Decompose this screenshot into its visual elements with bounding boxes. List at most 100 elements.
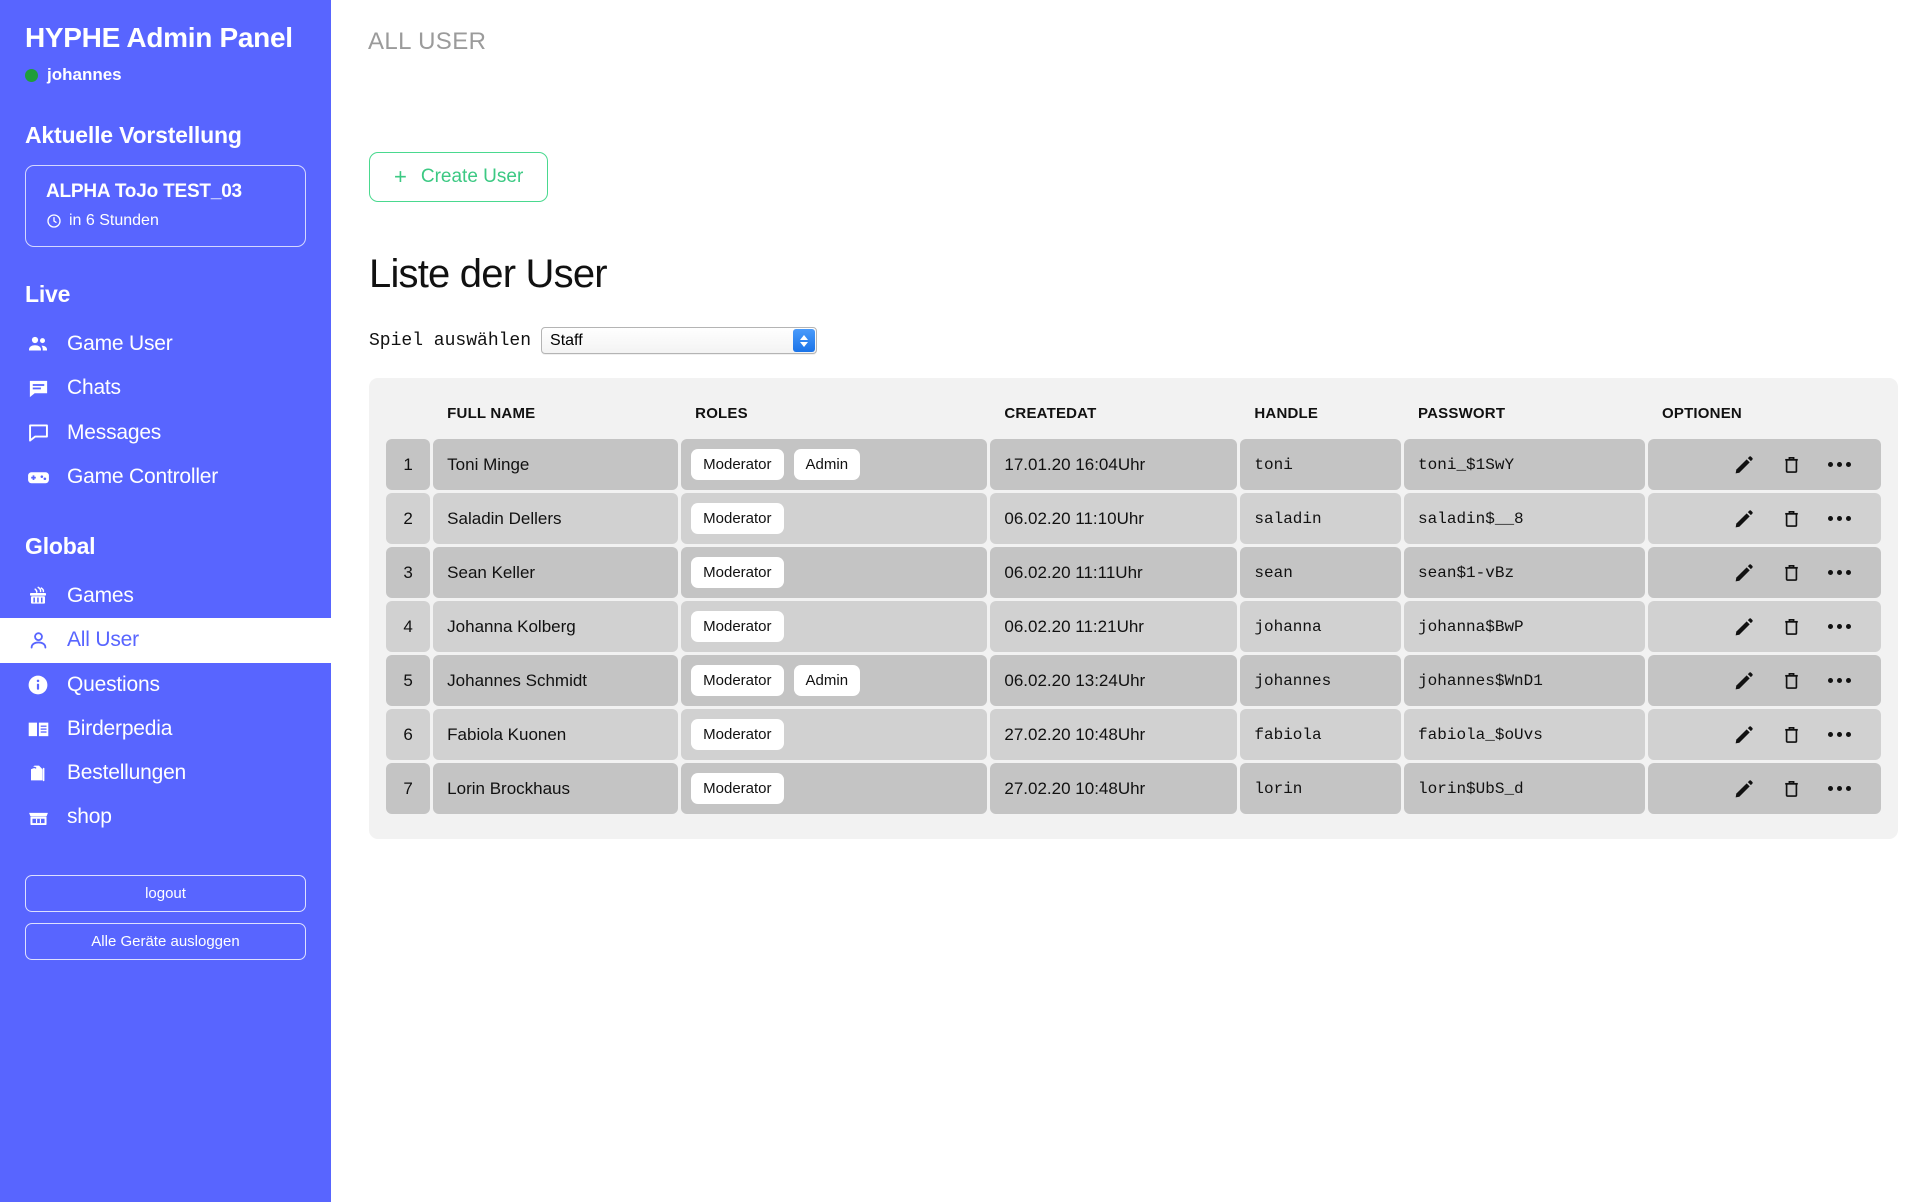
more-icon[interactable] [1828, 786, 1851, 791]
table-row: 2Saladin DellersModerator06.02.20 11:10U… [386, 493, 1881, 544]
more-icon[interactable] [1828, 678, 1851, 683]
delete-icon[interactable] [1781, 616, 1802, 637]
cell-handle: lorin [1240, 763, 1401, 814]
cell-index: 6 [386, 709, 430, 760]
cell-createdat: 06.02.20 11:11Uhr [990, 547, 1237, 598]
cell-optionen [1648, 493, 1881, 544]
edit-icon[interactable] [1733, 724, 1755, 746]
sidebar-item-shop[interactable]: shop [0, 795, 331, 839]
logout-all-devices-button[interactable]: Alle Geräte ausloggen [25, 923, 306, 960]
sidebar-item-label: Game User [67, 331, 173, 357]
col-index [386, 393, 430, 436]
cell-full-name: Sean Keller [433, 547, 678, 598]
col-handle: HANDLE [1240, 393, 1401, 436]
col-roles: ROLES [681, 393, 987, 436]
edit-icon[interactable] [1733, 616, 1755, 638]
table-row: 6Fabiola KuonenModerator27.02.20 10:48Uh… [386, 709, 1881, 760]
games-icon [25, 583, 51, 609]
user-table-header: FULL NAME ROLES CREATEDAT HANDLE PASSWOR… [386, 393, 1881, 436]
cell-createdat: 27.02.20 10:48Uhr [990, 709, 1237, 760]
more-icon[interactable] [1828, 570, 1851, 575]
message-bubble-icon [25, 420, 51, 446]
sidebar-item-questions[interactable]: Questions [0, 663, 331, 707]
create-user-label: Create User [421, 166, 523, 188]
main-content: ALL USER + Create User Liste der User Sp… [331, 0, 1920, 1202]
current-user: johannes [25, 65, 306, 85]
delete-icon[interactable] [1781, 508, 1802, 529]
cell-roles: ModeratorAdmin [681, 655, 987, 706]
current-show-card[interactable]: ALPHA ToJo TEST_03 in 6 Stunden [25, 165, 306, 247]
edit-icon[interactable] [1733, 778, 1755, 800]
table-row: 4Johanna KolbergModerator06.02.20 11:21U… [386, 601, 1881, 652]
role-badge: Moderator [691, 503, 783, 534]
shopping-bag-icon [25, 760, 51, 786]
cell-full-name: Johannes Schmidt [433, 655, 678, 706]
sidebar-item-label: Bestellungen [67, 760, 186, 786]
edit-icon[interactable] [1733, 562, 1755, 584]
cell-index: 4 [386, 601, 430, 652]
logout-button[interactable]: logout [25, 875, 306, 912]
open-book-icon [25, 716, 51, 742]
cell-passwort: lorin$UbS_d [1404, 763, 1645, 814]
sidebar-item-game-controller[interactable]: Game Controller [0, 455, 331, 499]
cell-optionen [1648, 547, 1881, 598]
plus-icon: + [394, 166, 407, 188]
sidebar-item-chats[interactable]: Chats [0, 366, 331, 410]
cell-roles: Moderator [681, 709, 987, 760]
more-icon[interactable] [1828, 732, 1851, 737]
more-icon[interactable] [1828, 462, 1851, 467]
cell-createdat: 17.01.20 16:04Uhr [990, 439, 1237, 490]
cell-full-name: Johanna Kolberg [433, 601, 678, 652]
cell-handle: saladin [1240, 493, 1401, 544]
table-row: 3Sean KellerModerator06.02.20 11:11Uhrse… [386, 547, 1881, 598]
sidebar-item-birderpedia[interactable]: Birderpedia [0, 707, 331, 751]
delete-icon[interactable] [1781, 562, 1802, 583]
user-table-body: 1Toni MingeModeratorAdmin17.01.20 16:04U… [386, 439, 1881, 814]
delete-icon[interactable] [1781, 778, 1802, 799]
sidebar-actions: logout Alle Geräte ausloggen [25, 875, 306, 960]
cell-index: 1 [386, 439, 430, 490]
info-circle-icon [25, 672, 51, 698]
edit-icon[interactable] [1733, 454, 1755, 476]
edit-icon[interactable] [1733, 508, 1755, 530]
sidebar-item-label: Birderpedia [67, 716, 172, 742]
table-row: 5Johannes SchmidtModeratorAdmin06.02.20 … [386, 655, 1881, 706]
cell-optionen [1648, 655, 1881, 706]
cell-index: 5 [386, 655, 430, 706]
sidebar-item-label: Questions [67, 672, 160, 698]
current-show-time-label: in 6 Stunden [69, 212, 159, 230]
delete-icon[interactable] [1781, 724, 1802, 745]
role-badge: Admin [794, 449, 861, 480]
role-badge: Moderator [691, 773, 783, 804]
more-icon[interactable] [1828, 516, 1851, 521]
table-header-row: FULL NAME ROLES CREATEDAT HANDLE PASSWOR… [386, 393, 1881, 436]
delete-icon[interactable] [1781, 454, 1802, 475]
role-badge: Moderator [691, 719, 783, 750]
col-passwort: PASSWORT [1404, 393, 1645, 436]
online-status-icon [25, 69, 38, 82]
sidebar-item-game-user[interactable]: Game User [0, 322, 331, 366]
people-icon [25, 331, 51, 357]
create-user-button[interactable]: + Create User [369, 152, 548, 202]
cell-createdat: 06.02.20 11:10Uhr [990, 493, 1237, 544]
sidebar-item-messages[interactable]: Messages [0, 411, 331, 455]
current-show-title: ALPHA ToJo TEST_03 [46, 181, 285, 203]
more-icon[interactable] [1828, 624, 1851, 629]
sidebar: HYPHE Admin Panel johannes Aktuelle Vors… [0, 0, 331, 1202]
cell-full-name: Lorin Brockhaus [433, 763, 678, 814]
sidebar-item-games[interactable]: Games [0, 574, 331, 618]
sidebar-item-bestellungen[interactable]: Bestellungen [0, 751, 331, 795]
cell-index: 3 [386, 547, 430, 598]
edit-icon[interactable] [1733, 670, 1755, 692]
cell-passwort: toni_$1SwY [1404, 439, 1645, 490]
cell-passwort: johanna$BwP [1404, 601, 1645, 652]
game-select-row: Spiel auswählen Staff [369, 327, 1920, 354]
delete-icon[interactable] [1781, 670, 1802, 691]
game-select[interactable]: Staff [541, 327, 817, 354]
sidebar-item-all-user[interactable]: All User [0, 618, 331, 662]
cell-full-name: Toni Minge [433, 439, 678, 490]
cell-passwort: fabiola_$oUvs [1404, 709, 1645, 760]
role-badge: Moderator [691, 449, 783, 480]
cell-handle: johannes [1240, 655, 1401, 706]
clock-icon [46, 213, 62, 229]
